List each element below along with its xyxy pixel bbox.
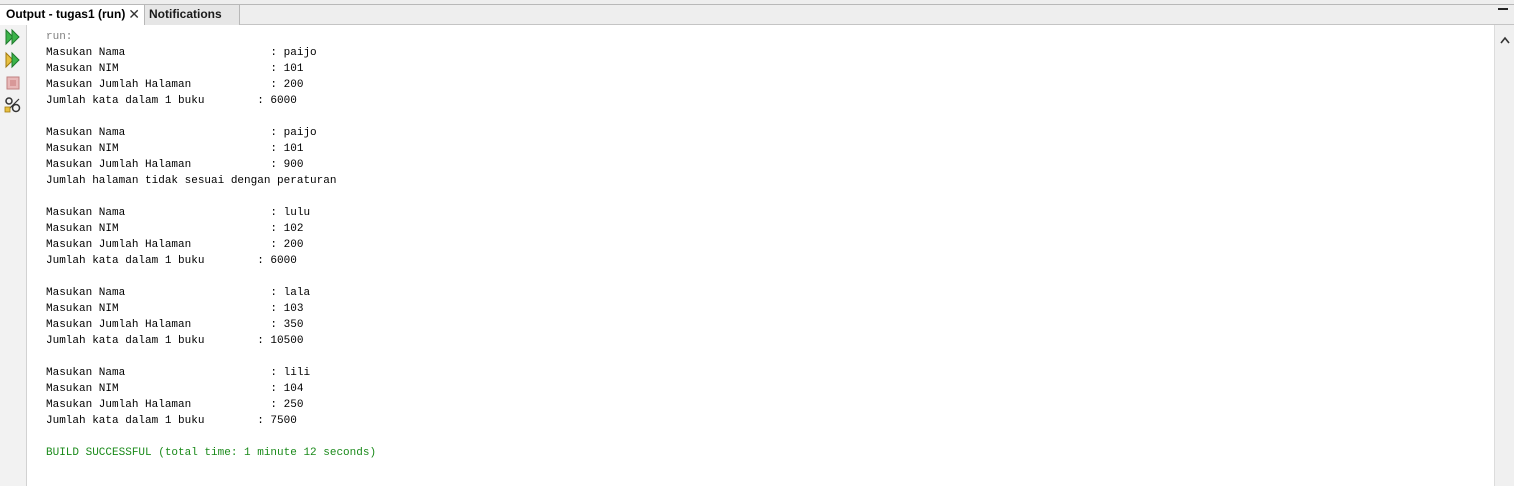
- run-label: run:: [46, 31, 73, 43]
- output-line: Masukan NIM : 103: [46, 303, 304, 315]
- output-line: Masukan Jumlah Halaman : 350: [46, 319, 304, 331]
- output-line: Masukan Nama : lili: [46, 367, 311, 379]
- output-line: Jumlah kata dalam 1 buku : 10500: [46, 335, 304, 347]
- output-line: Masukan Jumlah Halaman : 900: [46, 159, 304, 171]
- output-line: Masukan NIM : 101: [46, 143, 304, 155]
- tab-notifications-label: Notifications: [149, 7, 222, 21]
- output-line: Masukan NIM : 102: [46, 223, 304, 235]
- rerun-icon[interactable]: [4, 28, 22, 46]
- output-line: Masukan Nama : paijo: [46, 127, 317, 139]
- output-line: Jumlah halaman tidak sesuai dengan perat…: [46, 175, 337, 187]
- output-line: Masukan Jumlah Halaman : 250: [46, 399, 304, 411]
- output-line: Masukan NIM : 101: [46, 63, 304, 75]
- tab-output[interactable]: Output - tugas1 (run) ✕: [0, 5, 145, 25]
- minimize-icon[interactable]: [1498, 8, 1508, 10]
- scroll-up-icon[interactable]: [1500, 31, 1510, 44]
- output-line: Masukan Nama : lala: [46, 287, 311, 299]
- stop-icon[interactable]: [4, 74, 22, 92]
- output-line: Masukan NIM : 104: [46, 383, 304, 395]
- settings-icon[interactable]: [4, 96, 22, 114]
- output-tab-bar: Output - tugas1 (run) ✕ Notifications: [0, 0, 1514, 25]
- vertical-scrollbar[interactable]: [1494, 25, 1514, 486]
- output-line: Jumlah kata dalam 1 buku : 6000: [46, 95, 297, 107]
- tab-notifications[interactable]: Notifications: [145, 5, 240, 25]
- output-line: Masukan Nama : lulu: [46, 207, 311, 219]
- close-icon[interactable]: ✕: [128, 5, 140, 24]
- output-console[interactable]: run: Masukan Nama : paijo Masukan NIM : …: [28, 25, 1494, 486]
- output-line: Masukan Nama : paijo: [46, 47, 317, 59]
- build-status: BUILD SUCCESSFUL (total time: 1 minute 1…: [46, 447, 377, 459]
- tab-output-label: Output - tugas1 (run): [6, 7, 126, 21]
- output-line: Jumlah kata dalam 1 buku : 6000: [46, 255, 297, 267]
- rerun-with-options-icon[interactable]: [4, 51, 22, 69]
- output-line: Jumlah kata dalam 1 buku : 7500: [46, 415, 297, 427]
- output-line: Masukan Jumlah Halaman : 200: [46, 79, 304, 91]
- output-line: Masukan Jumlah Halaman : 200: [46, 239, 304, 251]
- output-toolbar: [0, 25, 27, 486]
